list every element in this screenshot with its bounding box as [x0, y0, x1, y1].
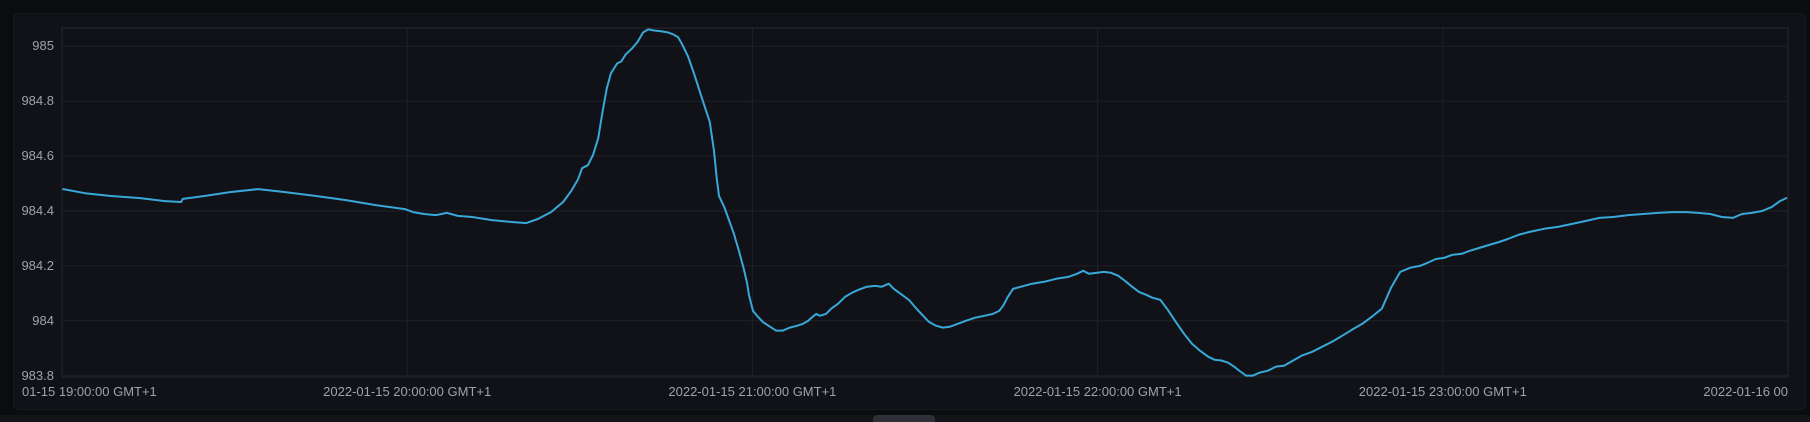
y-axis-label: 983.8	[0, 368, 54, 384]
horizontal-scrollbar-track[interactable]	[0, 415, 1810, 422]
x-axis-label: 2022-01-15 23:00:00 GMT+1	[1333, 384, 1553, 400]
time-series-plot[interactable]	[0, 0, 1810, 422]
x-axis-label: 2022-01-15 22:00:00 GMT+1	[988, 384, 1208, 400]
series-line	[63, 29, 1786, 375]
x-axis-label: 2022-01-15 20:00:00 GMT+1	[297, 384, 517, 400]
y-axis-label: 985	[0, 38, 54, 54]
page: { "panel": { "background": "#111218", "p…	[0, 0, 1810, 422]
x-axis-label: 2022-01-15 21:00:00 GMT+1	[642, 384, 862, 400]
y-axis-label: 984.6	[0, 148, 54, 164]
y-axis-label: 984	[0, 313, 54, 329]
y-axis-label: 984.2	[0, 258, 54, 274]
x-axis-label: 01-15 19:00:00 GMT+1	[22, 384, 157, 400]
x-axis-label: 2022-01-16 00	[1588, 384, 1788, 400]
plot-frame	[62, 28, 1788, 377]
y-axis-label: 984.4	[0, 203, 54, 219]
horizontal-scrollbar-thumb[interactable]	[873, 415, 935, 422]
y-axis-label: 984.8	[0, 93, 54, 109]
